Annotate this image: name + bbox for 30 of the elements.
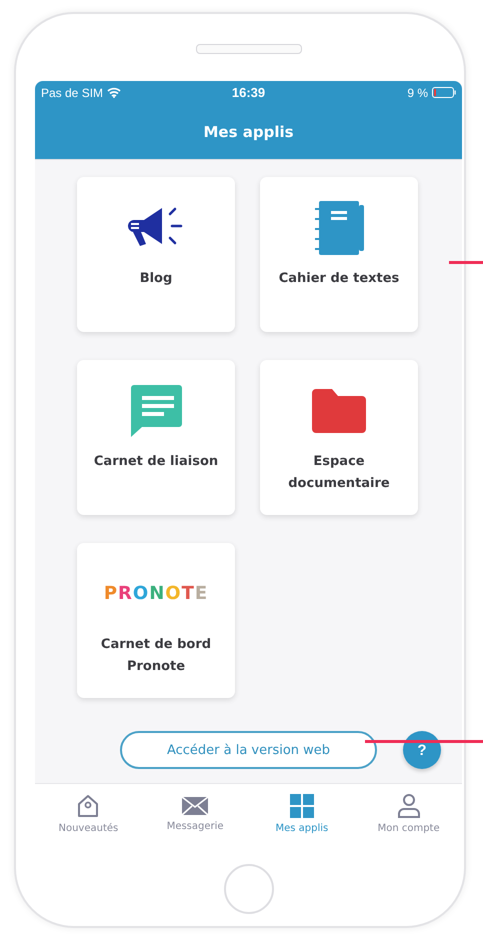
app-label: Cahier de textes xyxy=(278,270,400,288)
app-label: Carnet de bord Pronote xyxy=(100,636,212,676)
app-label: Espace documentaire xyxy=(287,452,391,492)
nav-tab[interactable]: Mon compte xyxy=(355,784,462,842)
nav-tab[interactable]: Nouveautés xyxy=(35,784,142,842)
battery-percent: 9 % xyxy=(407,86,428,100)
nav-tab[interactable]: Mes applis xyxy=(248,784,356,842)
app-card[interactable]: Cahier de textes xyxy=(260,177,418,332)
help-button[interactable]: ? xyxy=(403,731,441,769)
speech-bubble-icon xyxy=(128,384,184,438)
wifi-icon xyxy=(107,87,122,98)
battery-icon xyxy=(432,87,456,98)
app-card[interactable]: Blog xyxy=(77,177,235,332)
page-title: Mes applis xyxy=(203,122,294,140)
pronote-logo: PRONOTE xyxy=(104,583,208,604)
nav-tab[interactable]: Messagerie xyxy=(142,784,248,842)
carrier-text: Pas de SIM xyxy=(41,86,104,100)
folder-icon xyxy=(310,386,368,434)
leader-line xyxy=(449,261,483,264)
app-label: Carnet de liaison xyxy=(92,452,220,470)
app-card[interactable]: Espace documentaire xyxy=(260,360,418,515)
app-card[interactable]: PRONOTE Carnet de bord Pronote xyxy=(77,543,235,698)
grid-icon xyxy=(288,792,315,818)
web-version-button[interactable]: Accéder à la version web xyxy=(120,731,377,769)
home-button[interactable] xyxy=(224,864,274,914)
clock-text: 16:39 xyxy=(232,85,266,100)
person-icon xyxy=(396,792,422,818)
envelope-icon xyxy=(181,794,210,816)
app-card[interactable]: Carnet de liaison xyxy=(77,360,235,515)
app-label: Blog xyxy=(138,270,174,288)
